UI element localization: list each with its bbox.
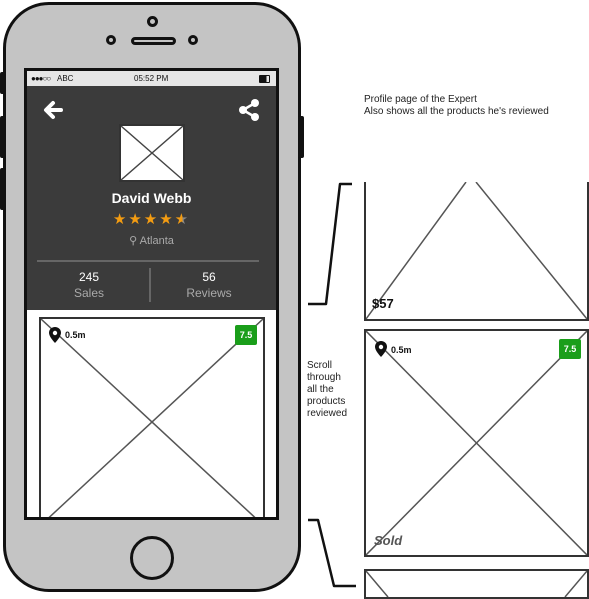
scroll-note: Scroll through all the products reviewed xyxy=(307,360,357,420)
avatar-placeholder xyxy=(119,124,185,182)
reviews-count: 56 xyxy=(202,270,216,284)
expert-name: David Webb xyxy=(111,190,192,206)
profile-note-line-2: Also shows all the products he's reviewe… xyxy=(364,106,549,117)
stats-vertical-divider xyxy=(149,268,151,302)
connector-bracket-top xyxy=(308,182,352,306)
home-button[interactable] xyxy=(130,536,174,580)
mute-switch xyxy=(0,72,6,94)
side-product-card-2[interactable]: 0.5m 7.5 Sold xyxy=(364,329,589,557)
volume-up-button xyxy=(0,116,6,158)
reviews-label: Reviews xyxy=(186,286,232,300)
map-pin-icon xyxy=(375,341,387,357)
product-card[interactable]: 0.5m 7.5 xyxy=(39,317,265,517)
map-pin-icon xyxy=(49,327,61,343)
sold-label: Sold xyxy=(374,533,403,548)
volume-down-button xyxy=(0,168,6,210)
profile-header: David Webb ★★★★★ ⚲ Atlanta 245 Sales 56 … xyxy=(27,86,276,310)
battery-icon xyxy=(259,75,270,83)
side-product-card-1[interactable]: $57 xyxy=(364,182,589,321)
score-badge: 7.5 xyxy=(559,339,581,359)
score-badge: 7.5 xyxy=(235,325,257,345)
distance-label: 0.5m xyxy=(391,345,412,355)
status-bar: ●●●○○ ABC 05:52 PM xyxy=(27,71,276,87)
scroll-note-line: all the xyxy=(307,384,334,395)
front-camera xyxy=(147,16,158,27)
signal-icon: ●●●○○ xyxy=(31,74,51,83)
share-icon[interactable] xyxy=(237,98,261,122)
stats-divider xyxy=(37,260,259,262)
sales-label: Sales xyxy=(73,286,105,300)
profile-note-line-1: Profile page of the Expert xyxy=(364,94,477,105)
product-image-placeholder xyxy=(41,319,263,517)
connector-bracket-bottom xyxy=(308,518,356,588)
scroll-note-line: Scroll xyxy=(307,360,333,371)
profile-note: Profile page of the Expert Also shows al… xyxy=(364,94,584,118)
star-rating: ★★★★★ xyxy=(112,211,191,228)
price-label: $57 xyxy=(372,296,394,311)
phone-screen: ●●●○○ ABC 05:52 PM David Webb ★★★★★ ⚲ At… xyxy=(24,68,279,520)
scroll-note-line: through xyxy=(307,372,341,383)
earpiece-speaker xyxy=(131,37,176,45)
side-product-image-placeholder xyxy=(366,182,587,319)
location-pin-icon: ⚲ xyxy=(129,235,138,247)
sales-count: 245 xyxy=(78,270,100,284)
clock: 05:52 PM xyxy=(134,74,169,83)
scroll-note-line: products xyxy=(307,396,346,407)
side-product-image-placeholder xyxy=(366,331,587,555)
proximity-sensor xyxy=(188,35,198,45)
location-label: Atlanta xyxy=(139,235,174,247)
distance-label: 0.5m xyxy=(65,330,86,340)
camera-sensor xyxy=(106,35,116,45)
location: ⚲ Atlanta xyxy=(27,234,276,247)
side-product-image-placeholder xyxy=(366,571,587,597)
back-arrow-icon[interactable] xyxy=(41,98,65,122)
carrier-label: ABC xyxy=(57,74,74,83)
power-button xyxy=(298,116,304,158)
scroll-note-line: reviewed xyxy=(307,408,348,419)
